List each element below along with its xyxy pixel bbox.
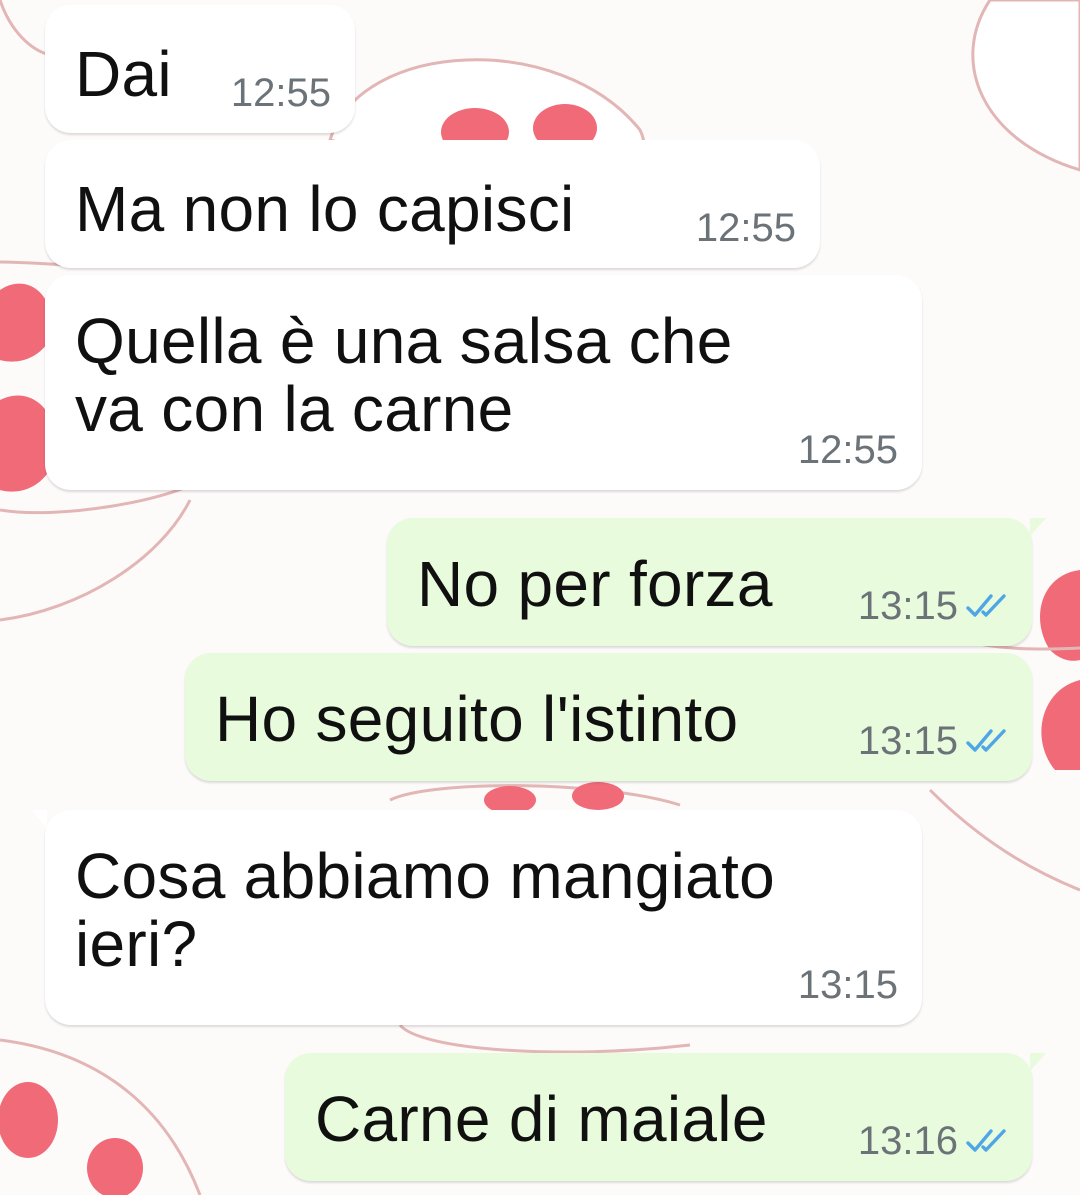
message-text: Carne di maiale <box>315 1083 768 1155</box>
bubble-tail <box>1030 1053 1046 1071</box>
bubble-tail <box>31 810 47 828</box>
message-text: Dai <box>75 38 172 110</box>
message-text-line: ieri? <box>75 908 198 980</box>
message-meta: 12:55 <box>231 73 331 113</box>
message-timestamp: 13:15 <box>857 719 958 763</box>
message-text-line: Quella è una salsa che <box>75 305 733 377</box>
bubble-tail <box>1030 518 1046 536</box>
double-check-icon <box>966 1129 1006 1152</box>
message-timestamp: 12:55 <box>797 428 898 472</box>
message-text-line: va con la carne <box>75 373 514 445</box>
outgoing-message-bubble[interactable]: Carne di maiale 13:16 <box>285 1053 1046 1181</box>
message-timestamp: 12:55 <box>230 71 331 115</box>
incoming-message-bubble[interactable]: Cosa abbiamo mangiato ieri? 13:15 <box>31 810 922 1025</box>
message-text: No per forza <box>417 548 773 620</box>
incoming-message-bubble[interactable]: Quella è una salsa che va con la carne 1… <box>45 275 922 490</box>
message-meta: 13:16 <box>858 1121 1008 1161</box>
double-check-icon <box>966 594 1006 617</box>
message-meta: 12:55 <box>798 430 898 470</box>
outgoing-message-bubble[interactable]: No per forza 13:15 <box>387 518 1046 646</box>
outgoing-message-bubble[interactable]: Ho seguito l'istinto 13:15 <box>185 653 1032 781</box>
message-timestamp: 13:15 <box>797 963 898 1007</box>
message-timestamp: 13:16 <box>857 1119 958 1163</box>
message-meta: 13:15 <box>798 965 898 1005</box>
incoming-message-bubble[interactable]: Ma non lo capisci 12:55 <box>45 140 820 268</box>
message-list[interactable]: Dai 12:55 Ma non lo capisci 12:55 Quella… <box>0 0 1080 1195</box>
double-check-icon <box>966 729 1006 752</box>
message-timestamp: 13:15 <box>857 584 958 628</box>
message-meta: 13:15 <box>858 721 1008 761</box>
message-meta: 13:15 <box>858 586 1008 626</box>
message-meta: 12:55 <box>696 208 796 248</box>
incoming-message-bubble[interactable]: Dai 12:55 <box>45 5 355 133</box>
message-text: Ho seguito l'istinto <box>215 683 739 755</box>
message-text: Ma non lo capisci <box>75 173 575 245</box>
message-timestamp: 12:55 <box>695 206 796 250</box>
message-text-line: Cosa abbiamo mangiato <box>75 840 776 912</box>
